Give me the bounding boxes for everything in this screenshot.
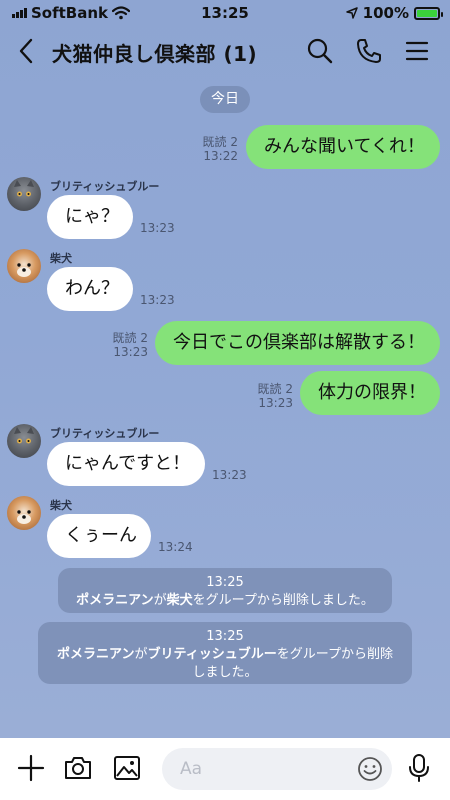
system-message-time: 13:25: [206, 629, 244, 644]
message-time: 13:24: [158, 540, 193, 554]
system-message-text-line2: しました。: [192, 665, 258, 680]
battery-icon: [414, 6, 443, 20]
sender-name: 柴犬: [50, 252, 72, 265]
read-receipt: 既読 2 13:22: [202, 135, 238, 163]
other-message-bubble[interactable]: わん？: [47, 267, 133, 311]
system-message: 13:25 ポメラニアンが柴犬をグループから削除しました。: [58, 568, 392, 613]
image-icon[interactable]: [111, 752, 143, 784]
message-text: みんな聞いてくれ！: [264, 136, 425, 157]
message-text: わん？: [65, 278, 119, 299]
battery-percent: 100%: [362, 4, 409, 22]
system-message-time: 13:25: [206, 575, 244, 590]
date-separator: 今日: [200, 86, 250, 113]
menu-icon[interactable]: [402, 36, 432, 66]
message-time: 13:23: [140, 221, 175, 235]
cat-face-icon: [14, 427, 34, 444]
read-receipt: 既読 2 13:23: [112, 331, 148, 359]
connector-text: が: [153, 593, 167, 608]
other-message-bubble[interactable]: くぅーん: [47, 514, 151, 558]
message-text: くぅーん: [65, 525, 137, 546]
sender-name: ブリティッシュブルー: [50, 180, 160, 193]
status-right: 100%: [345, 4, 443, 22]
target-name: 柴犬: [166, 593, 193, 608]
search-icon[interactable]: [305, 36, 335, 66]
system-message-text: ポメラニアンがブリティッシュブルーをグループから削除: [48, 646, 402, 664]
plus-icon[interactable]: [15, 752, 47, 784]
message-text: 今日でこの倶楽部は解散する！: [173, 332, 425, 353]
message-text: にゃんですと！: [65, 453, 191, 474]
target-name: ブリティッシュブルー: [147, 647, 277, 662]
dog-face-icon: [17, 263, 31, 277]
phone-icon[interactable]: [354, 36, 384, 66]
connector-text: が: [134, 647, 148, 662]
message-text: にゃ？: [65, 206, 119, 227]
sender-name: ブリティッシュブルー: [50, 427, 160, 440]
sender-name: 柴犬: [50, 499, 72, 512]
chat-header: 犬猫仲良し倶楽部 (1): [0, 26, 450, 74]
input-bar: [0, 738, 450, 800]
actor-name: ポメラニアン: [76, 593, 154, 608]
dog-face-icon: [17, 510, 31, 524]
read-receipt: 既読 2 13:23: [257, 382, 293, 410]
system-message-text: ポメラニアンが柴犬をグループから削除しました。: [68, 592, 382, 610]
action-text: をグループから削除: [276, 647, 393, 662]
status-bar: SoftBank 13:25 100%: [0, 0, 450, 26]
system-message: 13:25 ポメラニアンがブリティッシュブルーをグループから削除 しました。: [38, 622, 412, 684]
my-message-bubble[interactable]: 今日でこの倶楽部は解散する！: [155, 321, 440, 365]
cat-face-icon: [14, 180, 34, 197]
actor-name: ポメラニアン: [57, 647, 135, 662]
my-message-bubble[interactable]: 体力の限界！: [300, 371, 440, 415]
cat-avatar[interactable]: [7, 424, 41, 458]
mic-icon[interactable]: [404, 752, 434, 784]
chat-title[interactable]: 犬猫仲良し倶楽部 (1): [52, 38, 257, 67]
message-text: 体力の限界！: [318, 382, 426, 403]
emoji-icon[interactable]: [356, 755, 384, 783]
action-text: をグループから削除しました。: [192, 593, 374, 608]
other-message-bubble[interactable]: にゃんですと！: [47, 442, 205, 486]
message-time: 13:23: [140, 293, 175, 307]
dog-avatar[interactable]: [7, 496, 41, 530]
location-arrow-icon: [345, 7, 358, 19]
other-message-bubble[interactable]: にゃ？: [47, 195, 133, 239]
camera-icon[interactable]: [62, 752, 94, 784]
back-icon[interactable]: [14, 36, 40, 66]
message-time: 13:23: [212, 468, 247, 482]
cat-avatar[interactable]: [7, 177, 41, 211]
dog-avatar[interactable]: [7, 249, 41, 283]
my-message-bubble[interactable]: みんな聞いてくれ！: [246, 125, 440, 169]
